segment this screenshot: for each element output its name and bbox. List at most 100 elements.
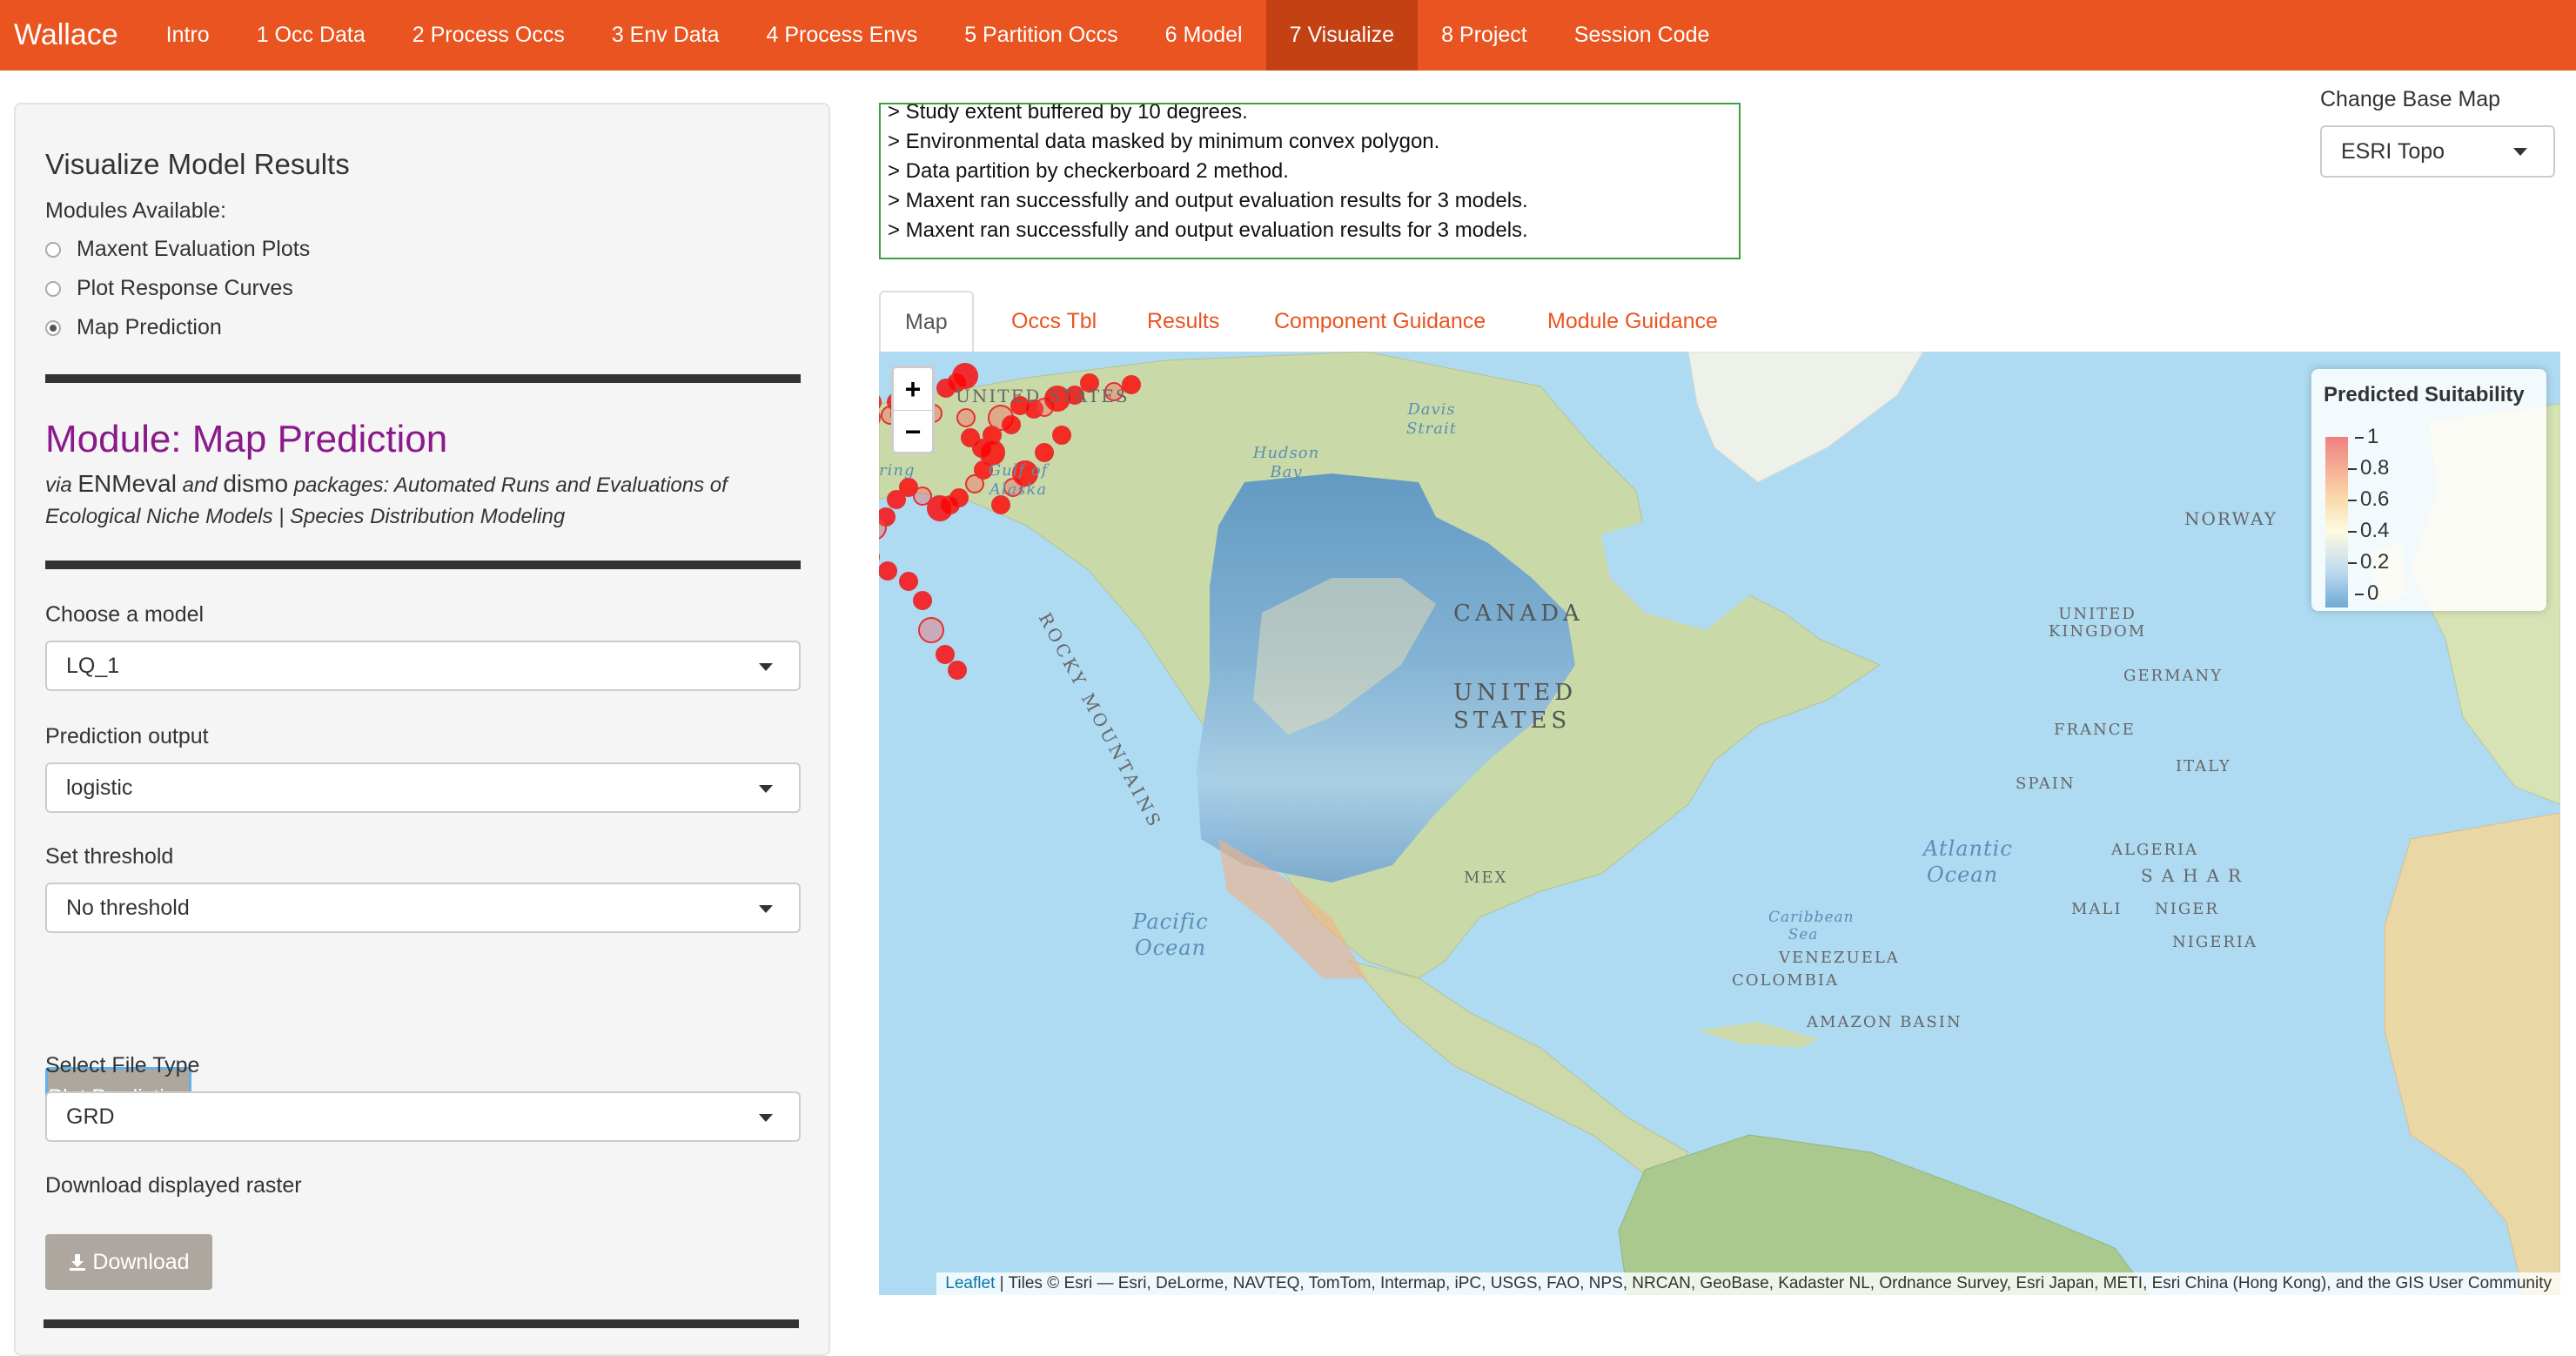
occurrence-point[interactable] [956,408,976,427]
tab-map[interactable]: Map [879,291,974,353]
africa-landmass [2384,812,2560,1295]
occurrence-point[interactable] [965,474,984,493]
legend-tick: 0.2 [2347,550,2390,574]
label-sahara: SAHAR [2141,865,2251,886]
nav-intro[interactable]: Intro [143,0,233,70]
log-line: > Data partition by checkerboard 2 metho… [888,159,1289,183]
label-us-alaska: UNITED STATES [956,386,1130,406]
legend-tick: 0.4 [2347,519,2390,542]
label-venezuela: VENEZUELA [1779,949,1900,967]
nav-process-occs[interactable]: 2 Process Occs [389,0,588,70]
divider [45,561,801,569]
legend-title: Predicted Suitability [2324,383,2525,406]
label-gulf-of-alaska: Gulf of Alaska [988,461,1049,499]
nav-session-code[interactable]: Session Code [1551,0,1734,70]
label-pacific-ocean: Pacific Ocean [1132,910,1209,960]
and-text: and [182,473,218,497]
legend-tick: 0 [2354,581,2379,605]
nav-model[interactable]: 6 Model [1142,0,1266,70]
label-united-states: UNITED STATES [1453,680,1578,734]
output-label: Prediction output [45,724,209,748]
radio-button[interactable] [45,241,61,258]
download-icon [70,1254,86,1271]
radio-label: Maxent Evaluation Plots [77,237,311,261]
zoom-out-button[interactable]: − [894,410,932,453]
map-canvas[interactable] [879,352,2560,1295]
nav-env-data[interactable]: 3 Env Data [588,0,743,70]
log-line: > Study extent buffered by 10 degrees. [888,103,1248,124]
greenland-landmass [1687,352,1924,483]
divider [44,1319,799,1328]
filetype-label: Select File Type [45,1053,200,1077]
tab-component-guidance[interactable]: Component Guidance [1250,291,1510,352]
chevron-down-icon [759,905,773,913]
label-france: FRANCE [2054,721,2136,739]
nav-occ-data[interactable]: 1 Occ Data [233,0,389,70]
basemap-select[interactable]: ESRI Topo [2320,125,2555,178]
radio-maxent-eval[interactable]: Maxent Evaluation Plots [45,237,310,262]
basemap-label: Change Base Map [2320,87,2501,111]
log-line: > Maxent ran successfully and output eva… [888,189,1528,212]
suitability-legend: Predicted Suitability 1 0.8 0.6 0.4 0.2 … [2311,369,2546,611]
module-heading: Module: Map Prediction [45,418,448,460]
label-italy: ITALY [2176,757,2231,775]
nav-process-envs[interactable]: 4 Process Envs [743,0,942,70]
occurrence-point[interactable] [879,561,897,581]
brand[interactable]: Wallace [0,0,143,70]
nav-visualize[interactable]: 7 Visualize [1265,0,1419,70]
occurrence-point[interactable] [1035,443,1054,462]
radio-button[interactable] [45,280,61,297]
radio-label: Plot Response Curves [77,276,293,300]
nav-partition-occs[interactable]: 5 Partition Occs [941,0,1141,70]
central-america-landmass [1347,960,1689,1188]
south-america-landmass [1618,1134,2150,1295]
output-value: logistic [66,775,133,800]
radio-response-curves[interactable]: Plot Response Curves [45,276,293,301]
model-select[interactable]: LQ_1 [45,641,801,691]
tab-occs-tbl[interactable]: Occs Tbl [987,291,1121,352]
download-label: Download displayed raster [45,1173,302,1198]
divider [45,374,801,383]
occurrence-point[interactable] [952,363,978,389]
threshold-label: Set threshold [45,844,174,869]
download-button[interactable]: Download [45,1234,212,1290]
tab-bar: Map Occs Tbl Results Component Guidance … [879,291,2560,353]
occurrence-point[interactable] [899,572,918,591]
log-box: > Study extent buffered by 10 degrees. >… [879,103,1741,259]
zoom-in-button[interactable]: + [894,368,932,410]
map-view[interactable]: UNITED STATES CANADA UNITED STATES ROCKY… [879,352,2560,1295]
log-line: > Environmental data masked by minimum c… [888,130,1440,153]
occurrence-point[interactable] [887,490,906,509]
label-davis-strait: Davis Strait [1406,400,1457,438]
tab-results[interactable]: Results [1123,291,1244,352]
filetype-select[interactable]: GRD [45,1091,801,1142]
occurrence-point[interactable] [936,645,955,664]
radio-map-prediction[interactable]: Map Prediction [45,315,222,340]
threshold-value: No threshold [66,895,190,920]
threshold-select[interactable]: No threshold [45,883,801,933]
model-value: LQ_1 [66,653,120,678]
leaflet-link[interactable]: Leaflet [945,1274,995,1292]
occurrence-point[interactable] [1002,415,1021,434]
label-niger: NIGER [2155,900,2219,918]
label-hudson-bay: Hudson Bay [1252,444,1320,481]
model-label: Choose a model [45,602,205,627]
occurrence-point[interactable] [948,661,967,680]
occurrence-point[interactable] [918,617,944,643]
label-norway: NORWAY [2184,508,2277,529]
navbar: Wallace Intro 1 Occ Data 2 Process Occs … [0,0,2576,70]
tab-module-guidance[interactable]: Module Guidance [1523,291,1742,352]
label-spain: SPAIN [2016,775,2076,793]
occurrence-point[interactable] [913,591,932,610]
radio-button-selected[interactable] [45,319,61,336]
nav-project[interactable]: 8 Project [1418,0,1551,70]
module-subtitle: via ENMeval and dismo packages: Automate… [45,468,794,533]
output-select[interactable]: logistic [45,762,801,813]
occurrence-point[interactable] [927,495,953,521]
legend-tick: 1 [2354,425,2379,448]
occurrence-point[interactable] [1052,426,1071,445]
zoom-control: + − [891,366,935,454]
pkg-dismo: dismo [223,470,289,497]
filetype-value: GRD [66,1104,115,1129]
cuba-island [1697,1022,1819,1048]
